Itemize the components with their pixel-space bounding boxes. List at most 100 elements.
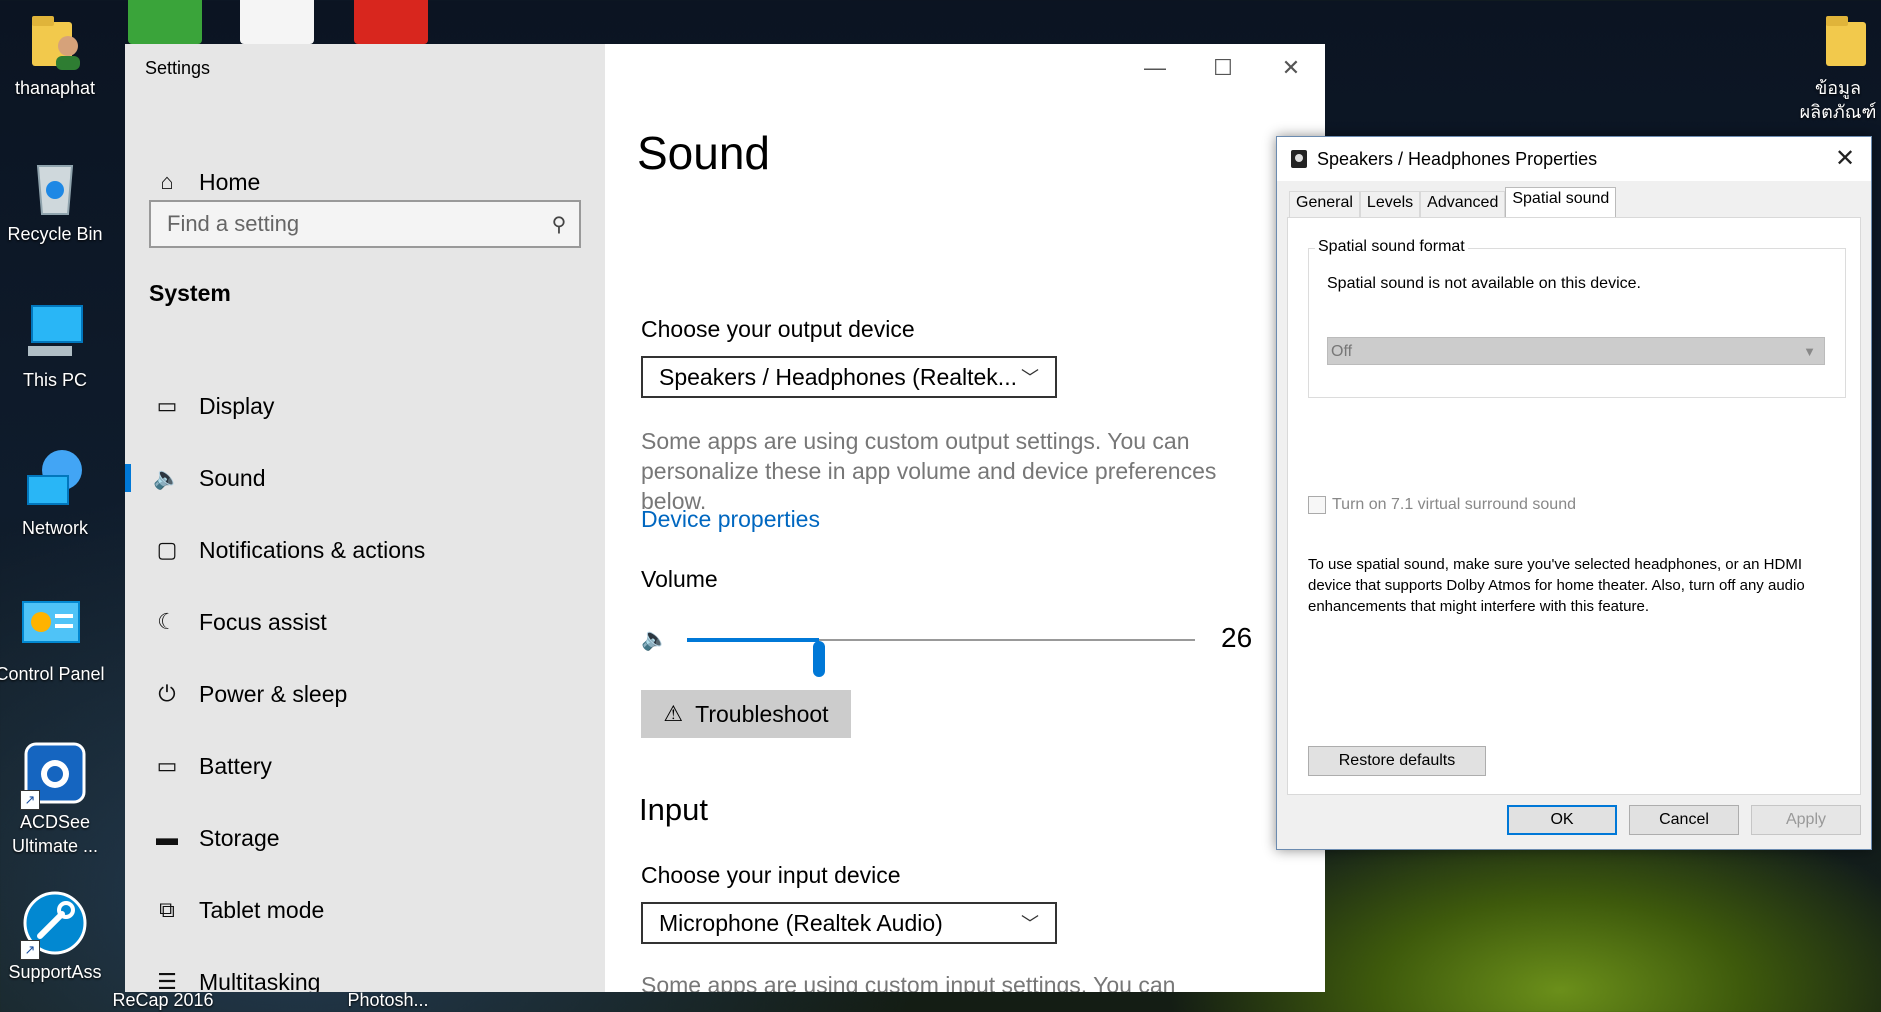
nav-item-battery[interactable]: ▭ Battery	[125, 736, 605, 796]
desktop-icon-label: ข้อมูล ผลิตภัณฑ์	[1799, 78, 1877, 122]
search-input[interactable]	[151, 210, 539, 238]
nav-item-notifications[interactable]: ▢ Notifications & actions	[125, 520, 605, 580]
tab-levels[interactable]: Levels	[1359, 191, 1421, 218]
speaker-icon	[1291, 150, 1307, 168]
desktop-icon-label: SupportAss	[8, 962, 102, 982]
desktop-icon-control-panel[interactable]: Control Panel	[0, 592, 110, 686]
troubleshoot-button[interactable]: ⚠ Troubleshoot	[641, 690, 851, 738]
desktop-icon-recycle-bin[interactable]: Recycle Bin	[0, 152, 110, 246]
multitasking-icon: ☰	[157, 969, 177, 992]
settings-app-title: Settings	[145, 58, 211, 78]
virtual-surround-label: Turn on 7.1 virtual surround sound	[1332, 496, 1576, 513]
green-app-icon[interactable]	[128, 0, 202, 44]
tab-advanced[interactable]: Advanced	[1420, 191, 1506, 218]
nav-item-label: Notifications & actions	[199, 536, 426, 563]
chevron-down-icon: ﹀	[1021, 914, 1039, 934]
virtual-surround-option[interactable]: Turn on 7.1 virtual surround sound	[1308, 496, 1576, 514]
nav-item-multitasking[interactable]: ☰ Multitasking	[125, 952, 605, 993]
tab-general[interactable]: General	[1289, 191, 1360, 218]
troubleshoot-label: Troubleshoot	[695, 700, 829, 727]
volume-slider-track[interactable]	[687, 638, 1195, 677]
speaker-icon: 🔈	[153, 465, 181, 490]
shortcut-arrow-icon: ↗	[20, 940, 40, 960]
output-hint-text: Some apps are using custom output settin…	[641, 428, 1217, 514]
input-hint-text: Some apps are using custom input setting…	[641, 972, 1176, 992]
maximize-button[interactable]: ☐	[1189, 44, 1257, 92]
close-button[interactable]: ✕	[1257, 44, 1325, 92]
battery-icon: ▭	[156, 753, 178, 778]
cancel-button[interactable]: Cancel	[1629, 805, 1739, 835]
nav-item-tablet-mode[interactable]: ⧉ Tablet mode	[125, 880, 605, 940]
device-properties-link[interactable]: Device properties	[641, 506, 820, 533]
acdsee-icon: ↗	[20, 740, 88, 810]
spatial-sound-panel: Spatial sound format Spatial sound is no…	[1287, 217, 1861, 795]
nav-group-system: System	[149, 280, 231, 306]
adobe-cc-icon[interactable]	[354, 0, 428, 44]
nav-item-focus-assist[interactable]: ☾ Focus assist	[125, 592, 605, 652]
speaker-volume-icon[interactable]: 🔈	[641, 626, 668, 652]
nav-item-storage[interactable]: ▬ Storage	[125, 808, 605, 868]
search-icon[interactable]: ⚲	[539, 212, 579, 237]
restore-defaults-button[interactable]: Restore defaults	[1308, 746, 1486, 776]
apply-button[interactable]: Apply	[1751, 805, 1861, 835]
volume-slider-thumb[interactable]	[813, 641, 826, 677]
nav-item-label: Focus assist	[199, 608, 327, 635]
desktop-icon-acdsee[interactable]: ↗ ACDSee Ultimate ...	[0, 740, 110, 858]
volume-value: 26	[1221, 622, 1253, 653]
settings-content: — ☐ ✕ Sound Choose your output device Sp…	[605, 44, 1325, 992]
recycle-bin-icon	[22, 152, 88, 218]
volume-control: 🔈 26	[641, 620, 1261, 677]
desktop-icon-this-pc[interactable]: This PC	[0, 298, 110, 392]
nav-item-label: Tablet mode	[199, 896, 325, 923]
desktop-icon-user-folder[interactable]: thanaphat	[0, 6, 110, 100]
dialog-titlebar[interactable]: Speakers / Headphones Properties ✕	[1277, 137, 1871, 181]
desktop-icon-label: Network	[21, 518, 88, 538]
chevron-down-icon: ▼	[1803, 344, 1816, 359]
volume-slider-fill	[687, 638, 820, 642]
shortcut-arrow-icon: ↗	[20, 790, 40, 810]
settings-search[interactable]: ⚲	[149, 200, 581, 248]
network-icon	[22, 446, 88, 512]
close-icon[interactable]: ✕	[1829, 143, 1861, 175]
tab-spatial-sound[interactable]: Spatial sound	[1505, 187, 1617, 218]
window-controls: — ☐ ✕	[1121, 44, 1325, 92]
minimize-button[interactable]: —	[1121, 44, 1189, 92]
spatial-format-value: Off	[1331, 343, 1353, 360]
moon-icon: ☾	[157, 609, 177, 634]
dialog-title: Speakers / Headphones Properties	[1317, 149, 1598, 169]
notification-icon: ▢	[156, 537, 178, 562]
virtual-surround-checkbox[interactable]	[1308, 496, 1326, 514]
power-icon: ⏻	[158, 681, 176, 706]
folder-icon	[1808, 6, 1874, 72]
computer-icon	[22, 298, 88, 364]
nav-item-label: Display	[199, 392, 275, 419]
desktop-icon-network[interactable]: Network	[0, 446, 110, 540]
desktop-icon-label: This PC	[22, 370, 87, 390]
spatial-format-label: Spatial sound format	[1315, 238, 1468, 256]
nav-item-display[interactable]: ▭ Display	[125, 376, 605, 436]
desktop-icon-product-info[interactable]: ข้อมูล ผลิตภัณฑ์	[1786, 6, 1881, 124]
supportassist-icon: ↗	[20, 890, 88, 960]
nav-home-label: Home	[199, 168, 261, 195]
storage-icon: ▬	[156, 825, 178, 850]
warning-icon: ⚠	[663, 701, 684, 726]
itunes-icon[interactable]	[240, 0, 314, 44]
output-device-dropdown[interactable]: Speakers / Headphones (Realtek... ﹀	[641, 356, 1057, 398]
not-available-text: Spatial sound is not available on this d…	[1327, 275, 1641, 292]
nav-item-power-sleep[interactable]: ⏻ Power & sleep	[125, 664, 605, 724]
input-device-dropdown[interactable]: Microphone (Realtek Audio) ﹀	[641, 902, 1057, 944]
nav-item-sound[interactable]: 🔈 Sound	[125, 448, 605, 508]
user-folder-icon	[22, 6, 88, 72]
page-title: Sound	[637, 127, 771, 179]
nav-item-label: Storage	[199, 824, 280, 851]
desktop-icon-label: ACDSee Ultimate ...	[11, 812, 99, 856]
home-icon: ⌂	[160, 169, 174, 194]
desktop-icon-supportassist[interactable]: ↗ SupportAss	[0, 890, 110, 984]
desktop-icon-label: Recycle Bin	[7, 224, 103, 244]
volume-label: Volume	[641, 566, 718, 592]
ok-button[interactable]: OK	[1507, 805, 1617, 835]
settings-window: Settings ⌂ Home ⚲ System ▭ Display 🔈 Sou…	[125, 44, 1325, 992]
control-panel-icon	[17, 592, 83, 658]
input-device-label: Choose your input device	[641, 862, 901, 888]
spatial-format-select[interactable]: Off ▼	[1327, 337, 1825, 365]
